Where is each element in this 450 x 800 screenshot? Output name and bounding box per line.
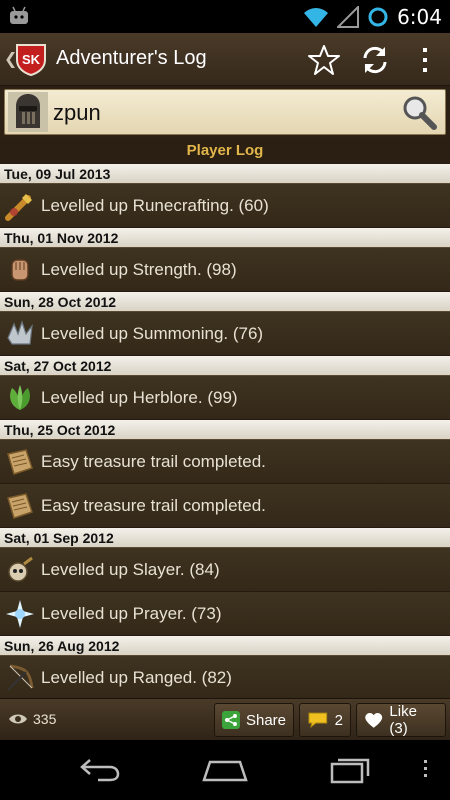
list-item[interactable]: Levelled up Runecrafting. (60) (0, 184, 450, 228)
list-item[interactable]: Levelled up Herblore. (99) (0, 376, 450, 420)
star-icon[interactable] (307, 43, 341, 77)
ranged-icon (7, 664, 34, 691)
heart-icon (365, 712, 383, 728)
search-row: zpun (0, 86, 450, 138)
app-logo[interactable]: SK (14, 42, 48, 76)
status-bar: 6:04 (0, 0, 450, 33)
sync-status-icon (368, 7, 388, 27)
overflow-dots-icon[interactable] (420, 754, 430, 784)
search-input[interactable]: zpun (53, 100, 101, 126)
app-logo-text: SK (22, 52, 41, 67)
summoning-icon (7, 320, 33, 345)
system-navigation-bar (0, 740, 450, 800)
list-item[interactable]: Levelled up Slayer. (84) (0, 548, 450, 592)
cell-signal-icon (337, 6, 360, 28)
status-time: 6:04 (397, 5, 442, 29)
views-count: 335 (33, 711, 57, 727)
log-entry-text: Easy treasure trail completed. (41, 496, 266, 515)
treasure-scroll-icon (7, 449, 33, 475)
list-item[interactable]: Easy treasure trail completed. (0, 484, 450, 528)
date-header: Thu, 25 Oct 2012 (0, 420, 450, 440)
share-icon (222, 711, 240, 729)
player-log-list[interactable]: Tue, 09 Jul 2013 Levelled up Runecraftin… (0, 164, 450, 698)
strength-icon (11, 259, 29, 281)
log-entry-text: Easy treasure trail completed. (41, 452, 266, 471)
share-button[interactable]: Share (214, 703, 294, 737)
log-entry-text: Levelled up Summoning. (76) (41, 324, 264, 343)
date-header: Sat, 27 Oct 2012 (0, 356, 450, 376)
home-icon[interactable] (200, 754, 250, 784)
list-item[interactable]: Levelled up Prayer. (73) (0, 592, 450, 636)
date-header: Sat, 01 Sep 2012 (0, 528, 450, 548)
comment-bubble-icon (308, 712, 328, 729)
eye-icon (9, 714, 27, 724)
runecrafting-icon (5, 194, 32, 221)
views-counter: 335 (8, 711, 56, 727)
player-avatar (8, 92, 48, 132)
list-item[interactable]: Levelled up Strength. (98) (0, 248, 450, 292)
log-entry-text: Levelled up Prayer. (73) (41, 604, 222, 623)
date-header: Sun, 26 Aug 2012 (0, 636, 450, 656)
log-entry-text: Levelled up Ranged. (82) (41, 668, 232, 687)
date-header: Thu, 01 Nov 2012 (0, 228, 450, 248)
search-icon[interactable] (401, 94, 437, 130)
log-entry-text: Levelled up Runecrafting. (60) (41, 196, 269, 215)
list-item[interactable]: Levelled up Summoning. (76) (0, 312, 450, 356)
comments-button[interactable]: 2 (299, 703, 351, 737)
date-header: Sun, 28 Oct 2012 (0, 292, 450, 312)
back-icon[interactable] (78, 754, 122, 784)
refresh-icon[interactable] (358, 43, 392, 77)
action-bar: ❮ SK Adventurer's Log (0, 33, 450, 86)
like-label: Like (3) (389, 703, 417, 737)
recent-apps-icon[interactable] (328, 754, 374, 784)
android-debug-icon (10, 6, 28, 24)
log-entry-text: Levelled up Slayer. (84) (41, 560, 220, 579)
log-entry-text: Levelled up Strength. (98) (41, 260, 237, 279)
bottom-action-bar: 335 Share 2 Like (3) (0, 698, 450, 740)
search-field[interactable]: zpun (4, 89, 446, 135)
log-entry-text: Levelled up Herblore. (99) (41, 388, 238, 407)
list-item[interactable]: Levelled up Ranged. (82) (0, 656, 450, 698)
overflow-menu-icon[interactable] (408, 43, 442, 77)
page-title: Adventurer's Log (56, 47, 207, 69)
herblore-icon (10, 385, 30, 410)
slayer-icon (8, 556, 33, 582)
list-item[interactable]: Easy treasure trail completed. (0, 440, 450, 484)
like-button[interactable]: Like (3) (356, 703, 446, 737)
section-title: Player Log (0, 138, 450, 164)
wifi-icon (304, 8, 329, 27)
treasure-scroll-icon (7, 493, 33, 519)
share-label: Share (245, 711, 286, 729)
comments-count: 2 (334, 711, 343, 729)
prayer-icon (6, 600, 34, 628)
date-header: Tue, 09 Jul 2013 (0, 164, 450, 184)
